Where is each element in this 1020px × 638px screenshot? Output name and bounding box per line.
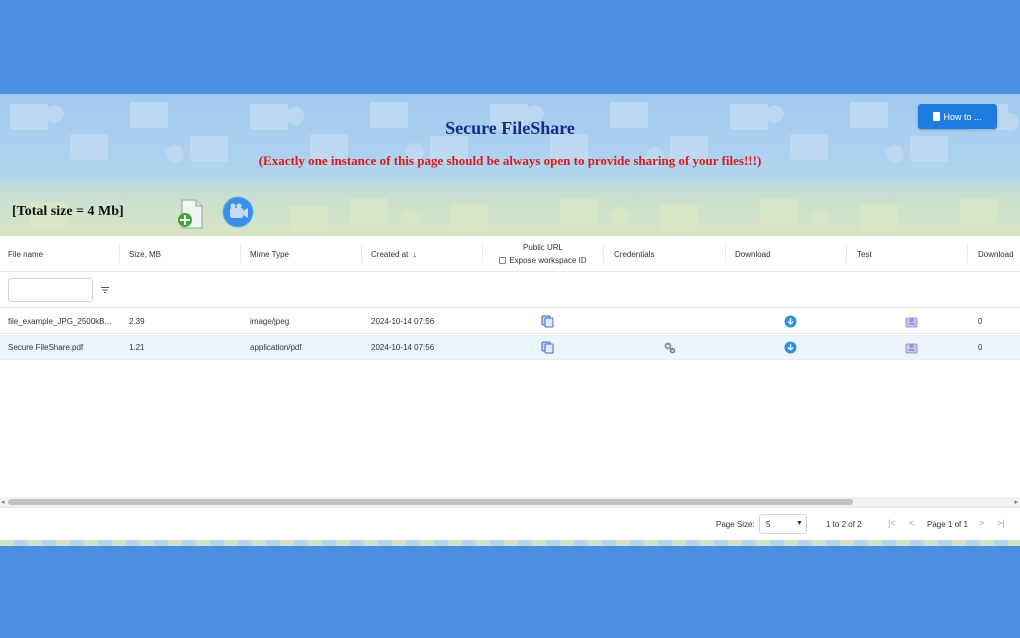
page-indicator: Page 1 of 1 xyxy=(927,520,968,529)
scrollbar-thumb[interactable] xyxy=(8,499,853,505)
column-header-created-at[interactable]: Created at ↓ xyxy=(371,236,417,272)
file-name-cell: Secure FileShare.pdf xyxy=(8,343,84,352)
size-cell: 2.39 xyxy=(129,317,145,326)
column-header-test[interactable]: Test xyxy=(857,236,872,272)
mime-type-cell: application/pdf xyxy=(250,343,302,352)
previous-page-icon[interactable]: < xyxy=(909,518,914,528)
app-window: Secure FileShare (Exactly one instance o… xyxy=(0,94,1020,546)
table-row[interactable]: file_example_JPG_2500kB... 2.39 image/jp… xyxy=(0,309,1020,334)
pagination-bar: Page Size: 5 ▼ 1 to 2 of 2 |< < Page 1 o… xyxy=(0,507,1020,540)
column-header-file-name[interactable]: File name xyxy=(8,236,43,272)
table-row[interactable]: Secure FileShare.pdf 1.21 application/pd… xyxy=(0,335,1020,360)
created-at-cell: 2024-10-14 07:56 xyxy=(371,343,435,352)
file-name-filter-input[interactable] xyxy=(8,278,93,302)
download-icon[interactable] xyxy=(784,315,797,328)
camera-icon[interactable] xyxy=(222,196,254,228)
copy-icon[interactable] xyxy=(541,315,554,328)
horizontal-scrollbar[interactable]: ◂ ▸ xyxy=(0,497,1020,507)
last-page-icon[interactable]: >| xyxy=(997,518,1005,528)
page-size-label: Page Size: xyxy=(716,520,755,529)
column-header-download[interactable]: Download xyxy=(735,236,771,272)
expose-workspace-id-label: Expose workspace ID xyxy=(509,256,587,265)
column-header-public-url: Public URL Expose workspace ID xyxy=(483,236,603,272)
filter-icon[interactable] xyxy=(100,285,110,295)
scroll-right-icon[interactable]: ▸ xyxy=(1014,498,1018,506)
scroll-left-icon[interactable]: ◂ xyxy=(1,498,5,506)
credentials-icon[interactable] xyxy=(663,341,676,354)
expose-workspace-id-checkbox[interactable] xyxy=(499,257,507,264)
column-header-credentials[interactable]: Credentials xyxy=(614,236,654,272)
file-name-cell: file_example_JPG_2500kB... xyxy=(8,317,112,326)
caret-down-icon: ▼ xyxy=(796,520,803,527)
how-to-button[interactable]: How to ... xyxy=(918,104,997,129)
add-file-icon[interactable] xyxy=(176,198,204,230)
row-range-text: 1 to 2 of 2 xyxy=(826,520,862,529)
download-count-cell: 0 xyxy=(978,343,983,352)
public-url-label: Public URL xyxy=(522,243,563,252)
filter-row xyxy=(0,272,1020,308)
document-icon xyxy=(933,112,941,121)
mime-type-cell: image/jpeg xyxy=(250,317,290,326)
created-at-cell: 2024-10-14 07:56 xyxy=(371,317,435,326)
column-header-mime-type[interactable]: Mime Type xyxy=(250,236,289,272)
next-page-icon[interactable]: > xyxy=(979,518,984,528)
header-banner: Secure FileShare (Exactly one instance o… xyxy=(0,94,1020,236)
page-title: Secure FileShare xyxy=(445,118,575,138)
page-size-value: 5 xyxy=(766,520,771,529)
page-subtitle-warning: (Exactly one instance of this page shoul… xyxy=(258,153,762,168)
how-to-label: How to ... xyxy=(943,111,982,122)
download-count-cell: 0 xyxy=(978,317,983,326)
first-page-icon[interactable]: |< xyxy=(888,518,896,528)
download-icon[interactable] xyxy=(784,341,797,354)
sort-descending-icon[interactable]: ↓ xyxy=(412,249,417,259)
footer-pattern-strip xyxy=(0,540,1020,546)
page-size-select[interactable]: 5 ▼ xyxy=(759,514,807,534)
test-icon[interactable] xyxy=(905,341,918,354)
expose-workspace-id-toggle[interactable]: Expose workspace ID xyxy=(499,256,587,265)
test-icon[interactable] xyxy=(905,315,918,328)
column-header-downloads[interactable]: Download xyxy=(978,236,1014,272)
size-cell: 1.21 xyxy=(129,343,145,352)
copy-icon[interactable] xyxy=(541,341,554,354)
grid-header-row: File name Size, MB Mime Type Created at … xyxy=(0,236,1020,272)
created-at-label: Created at xyxy=(371,249,409,259)
column-header-size[interactable]: Size, MB xyxy=(129,236,161,272)
total-size-label: [Total size = 4 Mb] xyxy=(12,204,124,219)
